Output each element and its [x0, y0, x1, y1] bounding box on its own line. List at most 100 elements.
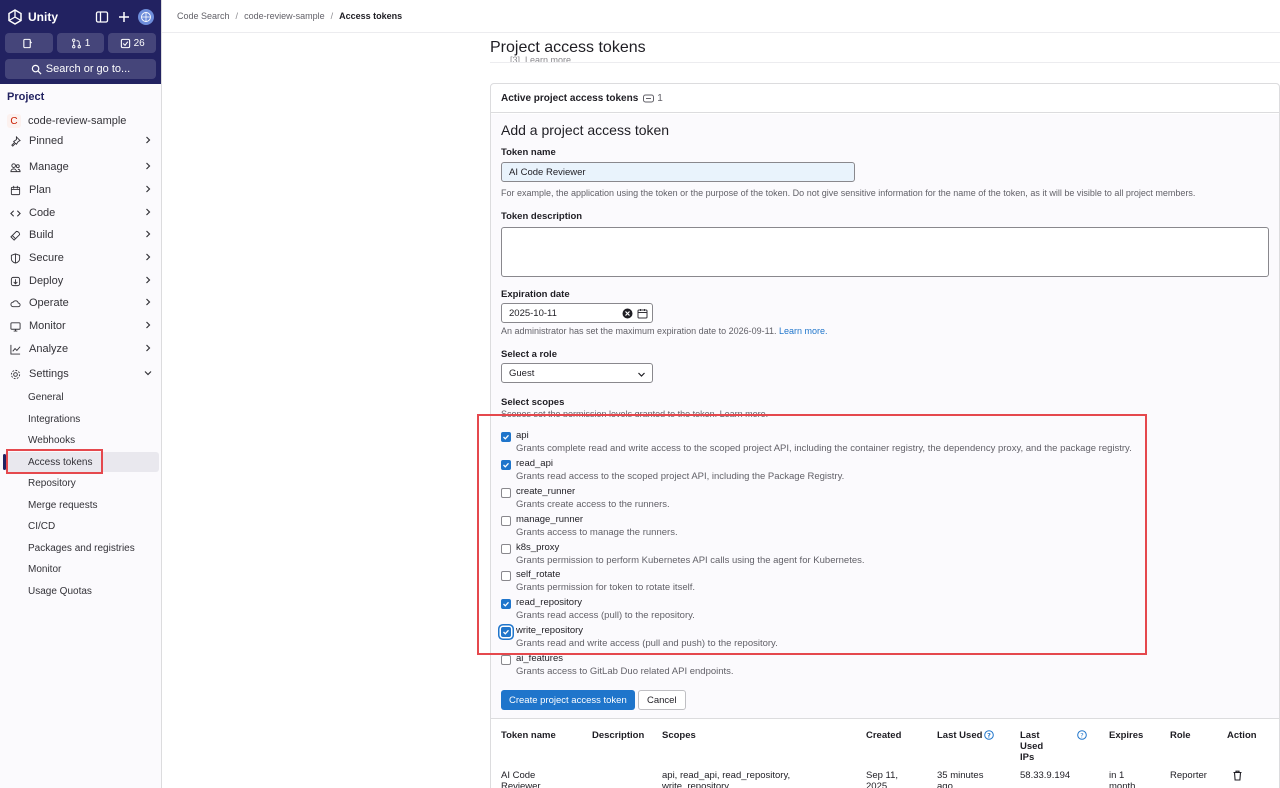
clear-icon[interactable] [622, 308, 633, 319]
sidebar-item-settings[interactable]: Settings [0, 364, 161, 384]
trash-icon[interactable] [1232, 770, 1243, 781]
gear-icon [9, 368, 21, 380]
sidebar-sub-merge-requests[interactable]: Merge requests [0, 495, 161, 515]
sidebar-item-deploy[interactable]: Deploy [0, 271, 161, 291]
expiration-help: An administrator has set the maximum exp… [501, 326, 828, 336]
sidebar-sub-packages[interactable]: Packages and registries [0, 538, 161, 558]
svg-text:?: ? [988, 732, 992, 740]
shield-icon [9, 252, 21, 264]
breadcrumb-current[interactable]: Access tokens [339, 11, 402, 21]
sidebar-item-manage[interactable]: Manage [0, 157, 161, 177]
sidebar-item-monitor[interactable]: Monitor [0, 316, 161, 336]
help-icon[interactable]: ? [1077, 730, 1087, 740]
role-select[interactable]: Guest [501, 363, 653, 383]
token-description-textarea[interactable] [501, 227, 1269, 277]
project-avatar: C [7, 114, 21, 128]
col-action: Action [1227, 730, 1257, 741]
chevron-right-icon [146, 208, 151, 216]
code-icon [9, 207, 21, 219]
users-icon [9, 161, 21, 173]
token-name-input[interactable]: AI Code Reviewer [501, 162, 855, 182]
issues-icon [23, 38, 32, 48]
card-header: Active project access tokens 1 [491, 84, 1279, 113]
sidebar-sub-monitor[interactable]: Monitor [0, 559, 161, 579]
chevron-right-icon [146, 162, 151, 170]
token-description-label: Token description [501, 211, 583, 222]
todo-icon [120, 38, 130, 48]
sidebar-item-secure[interactable]: Secure [0, 248, 161, 268]
col-last-used: Last Used? [937, 730, 995, 741]
sidebar-sub-general[interactable]: General [0, 387, 161, 407]
scope-checkbox-ai-features[interactable] [501, 655, 511, 665]
sidebar-item-plan[interactable]: Plan [0, 180, 161, 200]
search-button[interactable]: Search or go to... [5, 59, 156, 79]
unity-logo-icon [8, 9, 22, 25]
main-content: ... ... [3]. Learn more. Project access … [477, 33, 1280, 788]
sidebar-toggle-icon[interactable] [94, 9, 110, 25]
calendar-icon[interactable] [637, 308, 648, 319]
tokens-card: Active project access tokens 1 Add a pro… [477, 83, 1280, 788]
row-token-name: AI Code Reviewer [501, 770, 541, 788]
project-name: code-review-sample [28, 115, 127, 127]
create-token-button[interactable]: Create project access token [501, 690, 635, 710]
expiration-date-input[interactable]: 2025-10-11 [501, 303, 653, 323]
col-scopes: Scopes [662, 730, 696, 741]
chevron-right-icon [146, 136, 151, 144]
chevron-right-icon [146, 298, 151, 306]
scope-ai-features: ai_features Grants access to GitLab Duo … [501, 653, 1261, 682]
row-role: Reporter [1170, 770, 1207, 781]
search-icon [31, 64, 42, 75]
sidebar-project-link[interactable]: C code-review-sample [0, 110, 161, 132]
breadcrumb-root[interactable]: Code Search [177, 11, 230, 21]
merge-requests-count-button[interactable]: 1 [56, 33, 105, 53]
role-label: Select a role [501, 349, 557, 360]
learn-more-link[interactable]: Learn more. [779, 326, 828, 336]
token-name-label: Token name [501, 147, 556, 158]
sidebar-sub-integrations[interactable]: Integrations [0, 409, 161, 429]
sidebar-item-build[interactable]: Build [0, 225, 161, 245]
sidebar-item-code[interactable]: Code [0, 203, 161, 223]
page-title: Project access tokens [490, 39, 646, 56]
col-token-name: Token name [501, 730, 556, 741]
cancel-button[interactable]: Cancel [638, 690, 686, 710]
col-last-used-ips: Last Used IPs [1020, 730, 1044, 763]
col-expires: Expires [1109, 730, 1144, 741]
sidebar-item-operate[interactable]: Operate [0, 293, 161, 313]
highlight-box-scopes [477, 414, 1147, 655]
rocket-icon [9, 229, 21, 241]
scopes-label: Select scopes [501, 397, 565, 408]
chevron-right-icon [146, 344, 151, 352]
deploy-icon [9, 275, 21, 287]
chevron-right-icon [146, 253, 151, 261]
chart-icon [9, 343, 21, 355]
sidebar-sub-repository[interactable]: Repository [0, 473, 161, 493]
row-last-used: 35 minutes ago [937, 770, 984, 788]
col-role: Role [1170, 730, 1191, 741]
breadcrumb-project[interactable]: code-review-sample [244, 11, 325, 21]
form-title: Add a project access token [501, 122, 670, 138]
sidebar-sub-webhooks[interactable]: Webhooks [0, 430, 161, 450]
chevron-right-icon [146, 276, 151, 284]
svg-text:?: ? [1080, 732, 1083, 740]
cloud-icon [9, 297, 21, 309]
col-description: Description [592, 730, 645, 741]
issues-count-button[interactable] [5, 33, 53, 53]
breadcrumb: Code Search / code-review-sample / Acces… [162, 0, 1280, 33]
brand-logo[interactable]: Unity [7, 9, 58, 25]
sidebar-sub-cicd[interactable]: CI/CD [0, 516, 161, 536]
row-scopes: api, read_api, read_repository, write_re… [662, 770, 791, 788]
token-count: 1 [643, 93, 663, 104]
sidebar-sub-usage-quotas[interactable]: Usage Quotas [0, 581, 161, 601]
token-name-help: For example, the application using the t… [501, 188, 1196, 198]
user-avatar[interactable] [138, 9, 154, 25]
chevron-down-icon [638, 372, 645, 377]
help-icon[interactable]: ? [984, 730, 995, 740]
sidebar-item-analyze[interactable]: Analyze [0, 339, 161, 359]
todos-count-button[interactable]: 26 [108, 33, 157, 53]
plus-icon[interactable] [116, 9, 132, 25]
add-token-form: Add a project access token Token name AI… [477, 114, 1279, 718]
col-created: Created [866, 730, 902, 741]
expiration-date-label: Expiration date [501, 289, 570, 300]
sidebar-item-pinned[interactable]: Pinned [0, 131, 161, 151]
sidebar: Unity 1 26 Search or go to... Project C … [0, 0, 162, 788]
